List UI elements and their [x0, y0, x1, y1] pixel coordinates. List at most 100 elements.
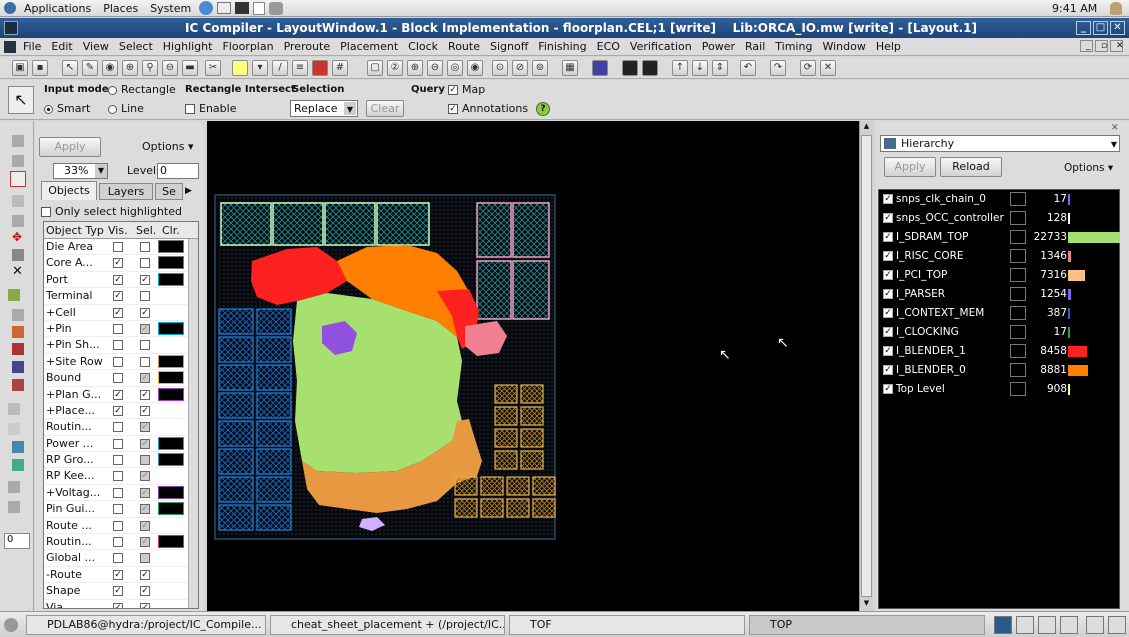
io-macro[interactable] [494, 384, 518, 404]
visible-checkbox[interactable] [113, 373, 123, 384]
macro-block[interactable] [218, 336, 254, 363]
selection-select[interactable]: Replace ▼ [290, 100, 358, 117]
tool-9-icon[interactable] [8, 289, 20, 301]
color-swatch[interactable] [158, 436, 184, 450]
user-icon[interactable] [1110, 2, 1122, 15]
macro-block[interactable] [256, 448, 292, 475]
hierarchy-dropdown[interactable]: Hierarchy ▼ [880, 135, 1120, 152]
macro-block[interactable] [218, 364, 254, 391]
col-sel[interactable]: Sel. [136, 224, 156, 237]
io-macro[interactable] [506, 476, 530, 496]
menu-preroute[interactable]: Preroute [279, 40, 336, 53]
selectable-checkbox[interactable]: ✓ [140, 307, 150, 318]
scroll-up-icon[interactable]: ▲ [861, 122, 872, 133]
hierarchy-color-swatch[interactable] [1010, 268, 1026, 282]
menu-highlight[interactable]: Highlight [158, 40, 218, 53]
object-row[interactable]: Shape ✓ ✓ [44, 583, 198, 600]
visible-checkbox[interactable]: ✓ [113, 291, 123, 302]
tool-12-icon[interactable] [12, 343, 24, 355]
window-titlebar[interactable]: IC Compiler - LayoutWindow.1 - Block Imp… [0, 18, 1129, 38]
hierarchy-row[interactable]: ✓ I_CLOCKING 17 [879, 323, 1119, 342]
zoom-2-icon[interactable]: ② [387, 60, 403, 76]
io-macro[interactable] [506, 498, 530, 518]
delete-icon[interactable]: ✕ [12, 265, 24, 278]
select-arrow-icon[interactable]: ↖ [62, 60, 78, 76]
object-row[interactable]: Terminal ✓ [44, 288, 198, 305]
clock[interactable]: 9:41 AM [1052, 2, 1097, 15]
io-macro[interactable] [520, 406, 544, 426]
macro-block[interactable] [218, 448, 254, 475]
hierarchy-row[interactable]: ✓ I_BLENDER_1 8458 [879, 342, 1119, 361]
hierarchy-color-swatch[interactable] [1010, 363, 1026, 377]
zoom-select-icon[interactable]: ◉ [467, 60, 483, 76]
annotations-checkbox[interactable]: ✓ Annotations [448, 102, 528, 115]
menu-rail[interactable]: Rail [740, 40, 770, 53]
object-row[interactable]: +Pin Sh... [44, 337, 198, 354]
level-spinbox[interactable]: 0 [157, 163, 199, 179]
color-swatch[interactable] [158, 502, 184, 516]
hierarchy-checkbox[interactable]: ✓ [883, 327, 893, 337]
col-clr[interactable]: Clr. [162, 224, 180, 237]
window-menu-icon[interactable] [4, 40, 16, 53]
scissors-icon[interactable]: ✂ [205, 60, 221, 76]
maximize-button[interactable]: □ [1093, 21, 1108, 35]
layer-number-field[interactable]: 0 [4, 533, 30, 549]
black-box-icon[interactable] [622, 60, 638, 76]
selectable-checkbox[interactable]: ✓ [140, 323, 150, 334]
object-row[interactable]: Pin Gui... ✓ [44, 501, 198, 518]
hierarchy-checkbox[interactable]: ✓ [883, 270, 893, 280]
tool-11-icon[interactable] [12, 326, 24, 338]
color-swatch[interactable] [158, 256, 184, 270]
zoom-icon[interactable]: ⚲ [142, 60, 158, 76]
io-macro[interactable] [480, 498, 504, 518]
hierarchy-color-swatch[interactable] [1010, 287, 1026, 301]
object-row[interactable]: Routin... ✓ [44, 534, 198, 551]
object-row[interactable]: Route ... ✓ [44, 518, 198, 535]
pencil-icon[interactable]: ✎ [82, 60, 98, 76]
io-macro[interactable] [520, 428, 544, 448]
menu-power[interactable]: Power [697, 40, 740, 53]
tab-scroll-right-icon[interactable]: ▶ [185, 183, 197, 200]
macro-block[interactable] [218, 420, 254, 447]
help-icon[interactable]: ? [536, 102, 550, 116]
color-swatch[interactable] [158, 371, 184, 385]
visible-checkbox[interactable]: ✓ [113, 405, 123, 416]
zoom-fit-icon[interactable]: ▢ [367, 60, 383, 76]
scroll-down-icon[interactable]: ▼ [861, 599, 872, 610]
zoom-select[interactable]: 33% ▼ [53, 163, 108, 179]
foot-icon[interactable] [4, 2, 16, 14]
color-swatch[interactable] [158, 272, 184, 286]
canvas-vertical-scrollbar[interactable]: ▲ ▼ [859, 121, 873, 611]
line-radio[interactable]: Line [108, 102, 144, 115]
object-row[interactable]: Power ... ✓ [44, 436, 198, 453]
hierarchy-row[interactable]: ✓ I_BLENDER_0 8881 [879, 361, 1119, 380]
selectable-checkbox[interactable] [140, 340, 150, 351]
grid-toggle-icon[interactable]: # [332, 60, 348, 76]
selectable-checkbox[interactable]: ✓ [140, 487, 150, 498]
hierarchy-color-swatch[interactable] [1010, 325, 1026, 339]
tool-13-icon[interactable] [12, 361, 24, 373]
clear-button[interactable]: Clear [366, 100, 404, 117]
macro-block[interactable] [218, 504, 254, 531]
query-icon[interactable]: ◉ [102, 60, 118, 76]
color-swatch[interactable] [158, 535, 184, 549]
menu-file[interactable]: File [18, 40, 46, 53]
hierarchy-color-swatch[interactable] [1010, 344, 1026, 358]
tab-objects[interactable]: Objects [41, 181, 97, 200]
menu-system[interactable]: System [144, 2, 197, 15]
workspace-3[interactable] [1038, 616, 1056, 634]
pointer-tool-icon[interactable]: ↖ [8, 86, 34, 114]
hierarchy-checkbox[interactable]: ✓ [883, 289, 893, 299]
menu-eco[interactable]: ECO [592, 40, 625, 53]
io-macro[interactable] [454, 498, 478, 518]
macro-block[interactable] [256, 364, 292, 391]
tool-18-icon[interactable] [12, 459, 24, 471]
black-box-2-icon[interactable] [642, 60, 658, 76]
brush-icon[interactable]: ∕ [272, 60, 288, 76]
panel-close-icon[interactable]: ✕ [1111, 123, 1119, 133]
menu-floorplan[interactable]: Floorplan [217, 40, 278, 53]
color-swatch[interactable] [158, 321, 184, 335]
hierarchy-checkbox[interactable]: ✓ [883, 194, 893, 204]
smart-radio[interactable]: Smart [44, 102, 90, 115]
view-3-icon[interactable]: ⊚ [532, 60, 548, 76]
